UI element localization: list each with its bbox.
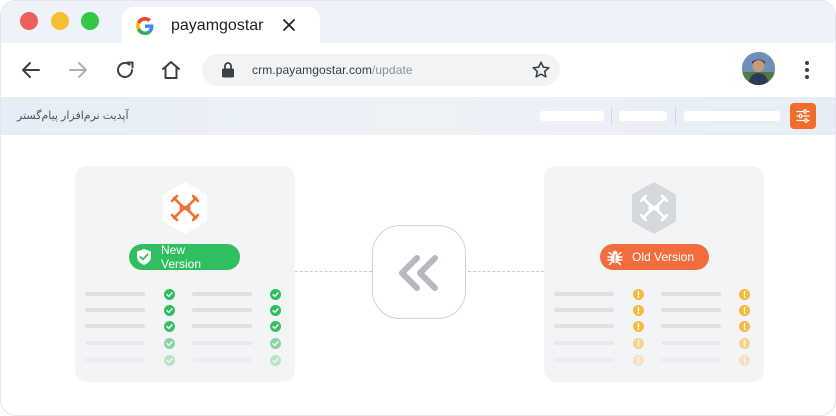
tab-title: payamgostar <box>171 17 264 34</box>
double-chevron-left-icon <box>399 255 438 291</box>
tab-strip: payamgostar <box>1 1 835 45</box>
feature-placeholder-line <box>554 358 614 362</box>
profile-photo-icon <box>742 52 775 85</box>
close-window-button[interactable] <box>20 12 38 30</box>
address-bar[interactable]: crm.payamgostar.com/update <box>202 54 560 86</box>
google-icon <box>136 17 154 35</box>
maximize-window-button[interactable] <box>81 12 99 30</box>
connector-line <box>468 271 544 272</box>
warning-circle-icon <box>633 289 644 300</box>
check-circle-icon <box>164 321 175 332</box>
old-version-badge: Old Version <box>600 244 709 270</box>
lock-icon <box>222 62 234 78</box>
kebab-menu-icon[interactable] <box>797 59 817 81</box>
payamgostar-logo-gray-icon <box>632 182 676 234</box>
settings-button[interactable] <box>790 103 816 129</box>
feature-placeholder-line <box>554 308 614 312</box>
feature-placeholder-line <box>85 358 145 362</box>
connector-line <box>295 271 372 272</box>
check-circle-icon <box>270 305 281 316</box>
feature-placeholder-line <box>192 292 252 296</box>
warning-circle-icon <box>633 305 644 316</box>
warning-circle-icon <box>739 321 750 332</box>
browser-toolbar: crm.payamgostar.com/update <box>1 43 835 97</box>
check-circle-icon <box>270 338 281 349</box>
feature-placeholder-line <box>661 341 721 345</box>
feature-placeholder-line <box>661 292 721 296</box>
check-circle-icon <box>164 305 175 316</box>
header-nav-placeholder[interactable] <box>540 111 604 121</box>
feature-placeholder-line <box>85 292 145 296</box>
check-circle-icon <box>270 355 281 366</box>
home-icon[interactable] <box>159 58 183 82</box>
old-version-card: Old Version <box>544 166 764 382</box>
warning-circle-icon <box>633 355 644 366</box>
feature-placeholder-line <box>661 358 721 362</box>
arrow-left-icon[interactable] <box>19 58 43 82</box>
minimize-window-button[interactable] <box>51 12 69 30</box>
warning-circle-icon <box>633 321 644 332</box>
warning-circle-icon <box>739 289 750 300</box>
close-icon[interactable] <box>280 16 298 34</box>
payamgostar-logo-icon <box>163 182 207 234</box>
header-nav-placeholder[interactable] <box>684 111 780 121</box>
arrow-right-icon[interactable] <box>66 58 90 82</box>
check-circle-icon <box>164 355 175 366</box>
new-version-badge: New Version <box>129 243 240 271</box>
feature-placeholder-line <box>85 308 145 312</box>
url-path: /update <box>371 63 413 77</box>
update-transfer-button[interactable] <box>372 225 466 319</box>
warning-circle-icon <box>739 338 750 349</box>
app-title: آپدیت نرم‌افزار پیام‌گستر <box>17 110 129 122</box>
feature-placeholder-line <box>192 308 252 312</box>
header-divider <box>611 108 612 124</box>
new-version-card: New Version <box>75 166 295 382</box>
new-version-feature-list <box>85 286 285 366</box>
sliders-icon <box>796 109 810 123</box>
reload-icon[interactable] <box>113 58 137 82</box>
feature-placeholder-line <box>661 308 721 312</box>
bug-icon <box>607 250 623 266</box>
feature-placeholder-line <box>661 324 721 328</box>
check-circle-icon <box>270 289 281 300</box>
new-version-label: New Version <box>161 243 202 271</box>
warning-circle-icon <box>739 305 750 316</box>
app-header: آپدیت نرم‌افزار پیام‌گستر <box>1 97 835 135</box>
check-circle-icon <box>164 289 175 300</box>
avatar[interactable] <box>742 52 775 85</box>
browser-window: payamgostar crm.payamgostar.com/update آ… <box>0 0 836 416</box>
feature-placeholder-line <box>192 324 252 328</box>
header-nav-placeholder[interactable] <box>619 111 667 121</box>
url-host: crm.payamgostar.com <box>252 63 372 77</box>
feature-placeholder-line <box>85 341 145 345</box>
warning-circle-icon <box>633 338 644 349</box>
feature-placeholder-line <box>192 341 252 345</box>
old-version-feature-list <box>554 286 754 366</box>
check-circle-icon <box>164 338 175 349</box>
feature-placeholder-line <box>554 324 614 328</box>
url-text: crm.payamgostar.com/update <box>252 63 413 77</box>
star-icon[interactable] <box>530 59 552 81</box>
feature-placeholder-line <box>192 358 252 362</box>
feature-placeholder-line <box>554 341 614 345</box>
feature-placeholder-line <box>554 292 614 296</box>
shield-check-icon <box>137 249 151 265</box>
old-version-label: Old Version <box>632 250 695 264</box>
warning-circle-icon <box>739 355 750 366</box>
header-divider <box>675 108 676 124</box>
check-circle-icon <box>270 321 281 332</box>
feature-placeholder-line <box>85 324 145 328</box>
browser-tab[interactable]: payamgostar <box>122 7 320 45</box>
